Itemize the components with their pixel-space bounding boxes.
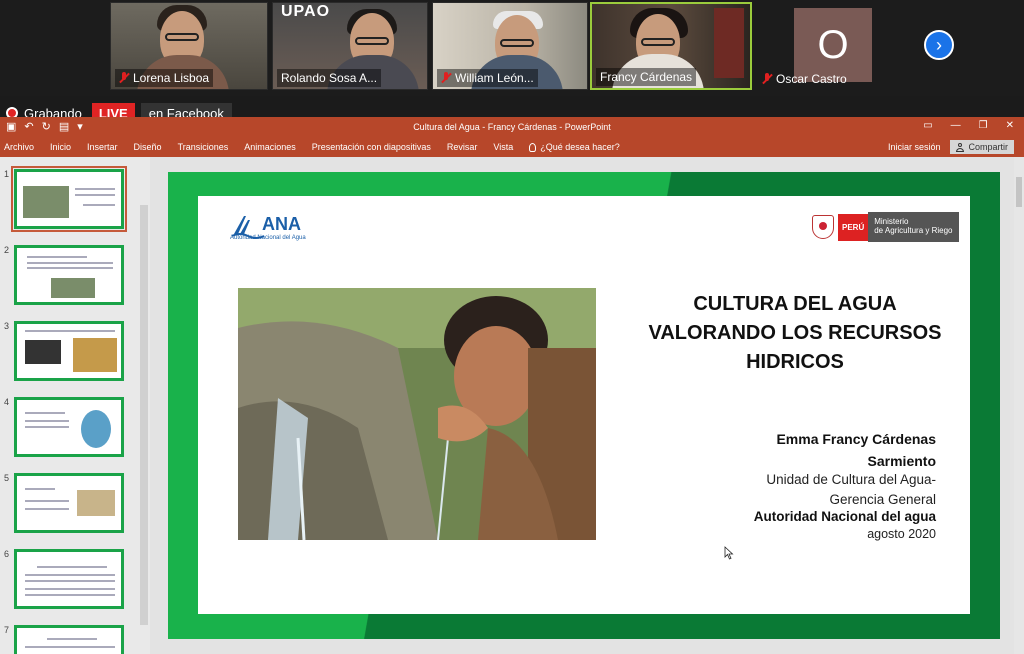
- minimize-icon[interactable]: —: [951, 120, 961, 131]
- participant-name: Oscar Castro: [776, 72, 847, 86]
- author-name: Emma Francy Cárdenas Sarmiento: [776, 431, 936, 469]
- tab-archivo[interactable]: Archivo: [0, 142, 42, 152]
- busy-cursor-icon: [724, 546, 734, 560]
- person-icon: [956, 142, 965, 152]
- participant-tile-oscar[interactable]: O Oscar Castro: [754, 2, 914, 90]
- close-icon[interactable]: ✕: [1006, 120, 1014, 131]
- author-unit: Unidad de Cultura del Agua- Gerencia Gen…: [766, 472, 936, 507]
- peru-label: PERÚ: [838, 213, 869, 241]
- video-strip: Lorena Lisboa UPAO Rolando Sosa A... Wil…: [0, 0, 1024, 96]
- ribbon-display-icon[interactable]: ▭: [923, 120, 932, 131]
- slide-thumbnail[interactable]: 4: [4, 397, 132, 463]
- tab-presentacion[interactable]: Presentación con diapositivas: [304, 142, 439, 152]
- tab-inicio[interactable]: Inicio: [42, 142, 79, 152]
- current-slide[interactable]: ANA Autoridad Nacional del Agua PERÚ Min…: [168, 172, 1000, 639]
- window-controls: ▭ — ❐ ✕: [923, 120, 1014, 131]
- tab-diseno[interactable]: Diseño: [126, 142, 170, 152]
- tab-vista[interactable]: Vista: [485, 142, 521, 152]
- slide-thumbnail[interactable]: 6: [4, 549, 132, 615]
- chevron-right-icon: ›: [936, 34, 942, 55]
- slide-thumbnail[interactable]: 5: [4, 473, 132, 539]
- participant-name-bar: Rolando Sosa A...: [277, 69, 382, 87]
- presentation-date: agosto 2020: [867, 527, 936, 541]
- tab-transiciones[interactable]: Transiciones: [170, 142, 237, 152]
- participant-tile-rolando[interactable]: UPAO Rolando Sosa A...: [272, 2, 428, 90]
- coat-of-arms-icon: [812, 215, 834, 239]
- share-button[interactable]: Compartir: [950, 140, 1014, 154]
- restore-icon[interactable]: ❐: [979, 120, 988, 131]
- slide-thumbnail[interactable]: 1: [4, 166, 132, 235]
- author-organization: Autoridad Nacional del agua: [753, 509, 936, 524]
- tab-insertar[interactable]: Insertar: [79, 142, 126, 152]
- participant-tile-francy[interactable]: Francy Cárdenas: [590, 2, 752, 90]
- slide-thumbnail[interactable]: 2: [4, 245, 132, 311]
- participant-name: Rolando Sosa A...: [281, 71, 378, 85]
- title-bar: ▣ ↶ ↻ ▤ ▾ Cultura del Agua - Francy Cárd…: [0, 117, 1024, 137]
- share-label: Compartir: [968, 142, 1008, 152]
- thumbnail-scrollbar[interactable]: [140, 205, 148, 625]
- tell-me-text: ¿Qué desea hacer?: [540, 142, 620, 152]
- tab-revisar[interactable]: Revisar: [439, 142, 486, 152]
- participant-name-bar: Oscar Castro: [758, 70, 851, 88]
- ministry-label: Ministerio de Agricultura y Riego: [868, 212, 959, 242]
- participant-name-bar: Francy Cárdenas: [596, 68, 697, 86]
- participant-name-bar: Lorena Lisboa: [115, 69, 214, 87]
- participant-tile-lorena[interactable]: Lorena Lisboa: [110, 2, 268, 90]
- participant-name: Francy Cárdenas: [600, 70, 693, 84]
- sign-in-link[interactable]: Iniciar sesión: [888, 142, 941, 152]
- ana-logo-subtitle: Autoridad Nacional del Agua: [230, 235, 306, 241]
- slide-thumbnail-pane: 1 2 3 4 5 6 7: [0, 157, 150, 654]
- slide-title: CULTURA DEL AGUA VALORANDO LOS RECURSOS …: [648, 293, 942, 373]
- ana-logo-text: ANA: [262, 214, 301, 234]
- window-title: Cultura del Agua - Francy Cárdenas - Pow…: [413, 122, 611, 132]
- mic-off-icon: [441, 72, 451, 84]
- participant-tile-william[interactable]: William León...: [432, 2, 588, 90]
- ministry-logo: PERÚ Ministerio de Agricultura y Riego: [812, 212, 960, 242]
- mic-off-icon: [119, 72, 129, 84]
- participant-name-bar: William León...: [437, 69, 538, 87]
- bookshelf: [714, 8, 744, 78]
- ribbon-tabs: Archivo Inicio Insertar Diseño Transicio…: [0, 137, 1024, 157]
- slide-thumbnail[interactable]: 7: [4, 625, 132, 654]
- participant-name: William León...: [455, 71, 534, 85]
- mic-off-icon: [762, 73, 772, 85]
- slide-scrollbar[interactable]: [1014, 157, 1024, 654]
- child-drinking-water-photo: [238, 288, 596, 540]
- participant-name: Lorena Lisboa: [133, 71, 210, 85]
- next-participants-button[interactable]: ›: [924, 30, 954, 60]
- scrollbar-thumb[interactable]: [1016, 177, 1022, 207]
- slide-thumbnail[interactable]: 3: [4, 321, 132, 387]
- upao-logo: UPAO: [281, 3, 331, 20]
- tab-animaciones[interactable]: Animaciones: [236, 142, 304, 152]
- slide-content-panel: ANA Autoridad Nacional del Agua PERÚ Min…: [198, 196, 970, 614]
- lightbulb-icon: [529, 142, 537, 152]
- powerpoint-window: ▣ ↶ ↻ ▤ ▾ Cultura del Agua - Francy Cárd…: [0, 117, 1024, 654]
- tell-me-box[interactable]: ¿Qué desea hacer?: [521, 142, 620, 152]
- slide-editor: ANA Autoridad Nacional del Agua PERÚ Min…: [150, 157, 1014, 654]
